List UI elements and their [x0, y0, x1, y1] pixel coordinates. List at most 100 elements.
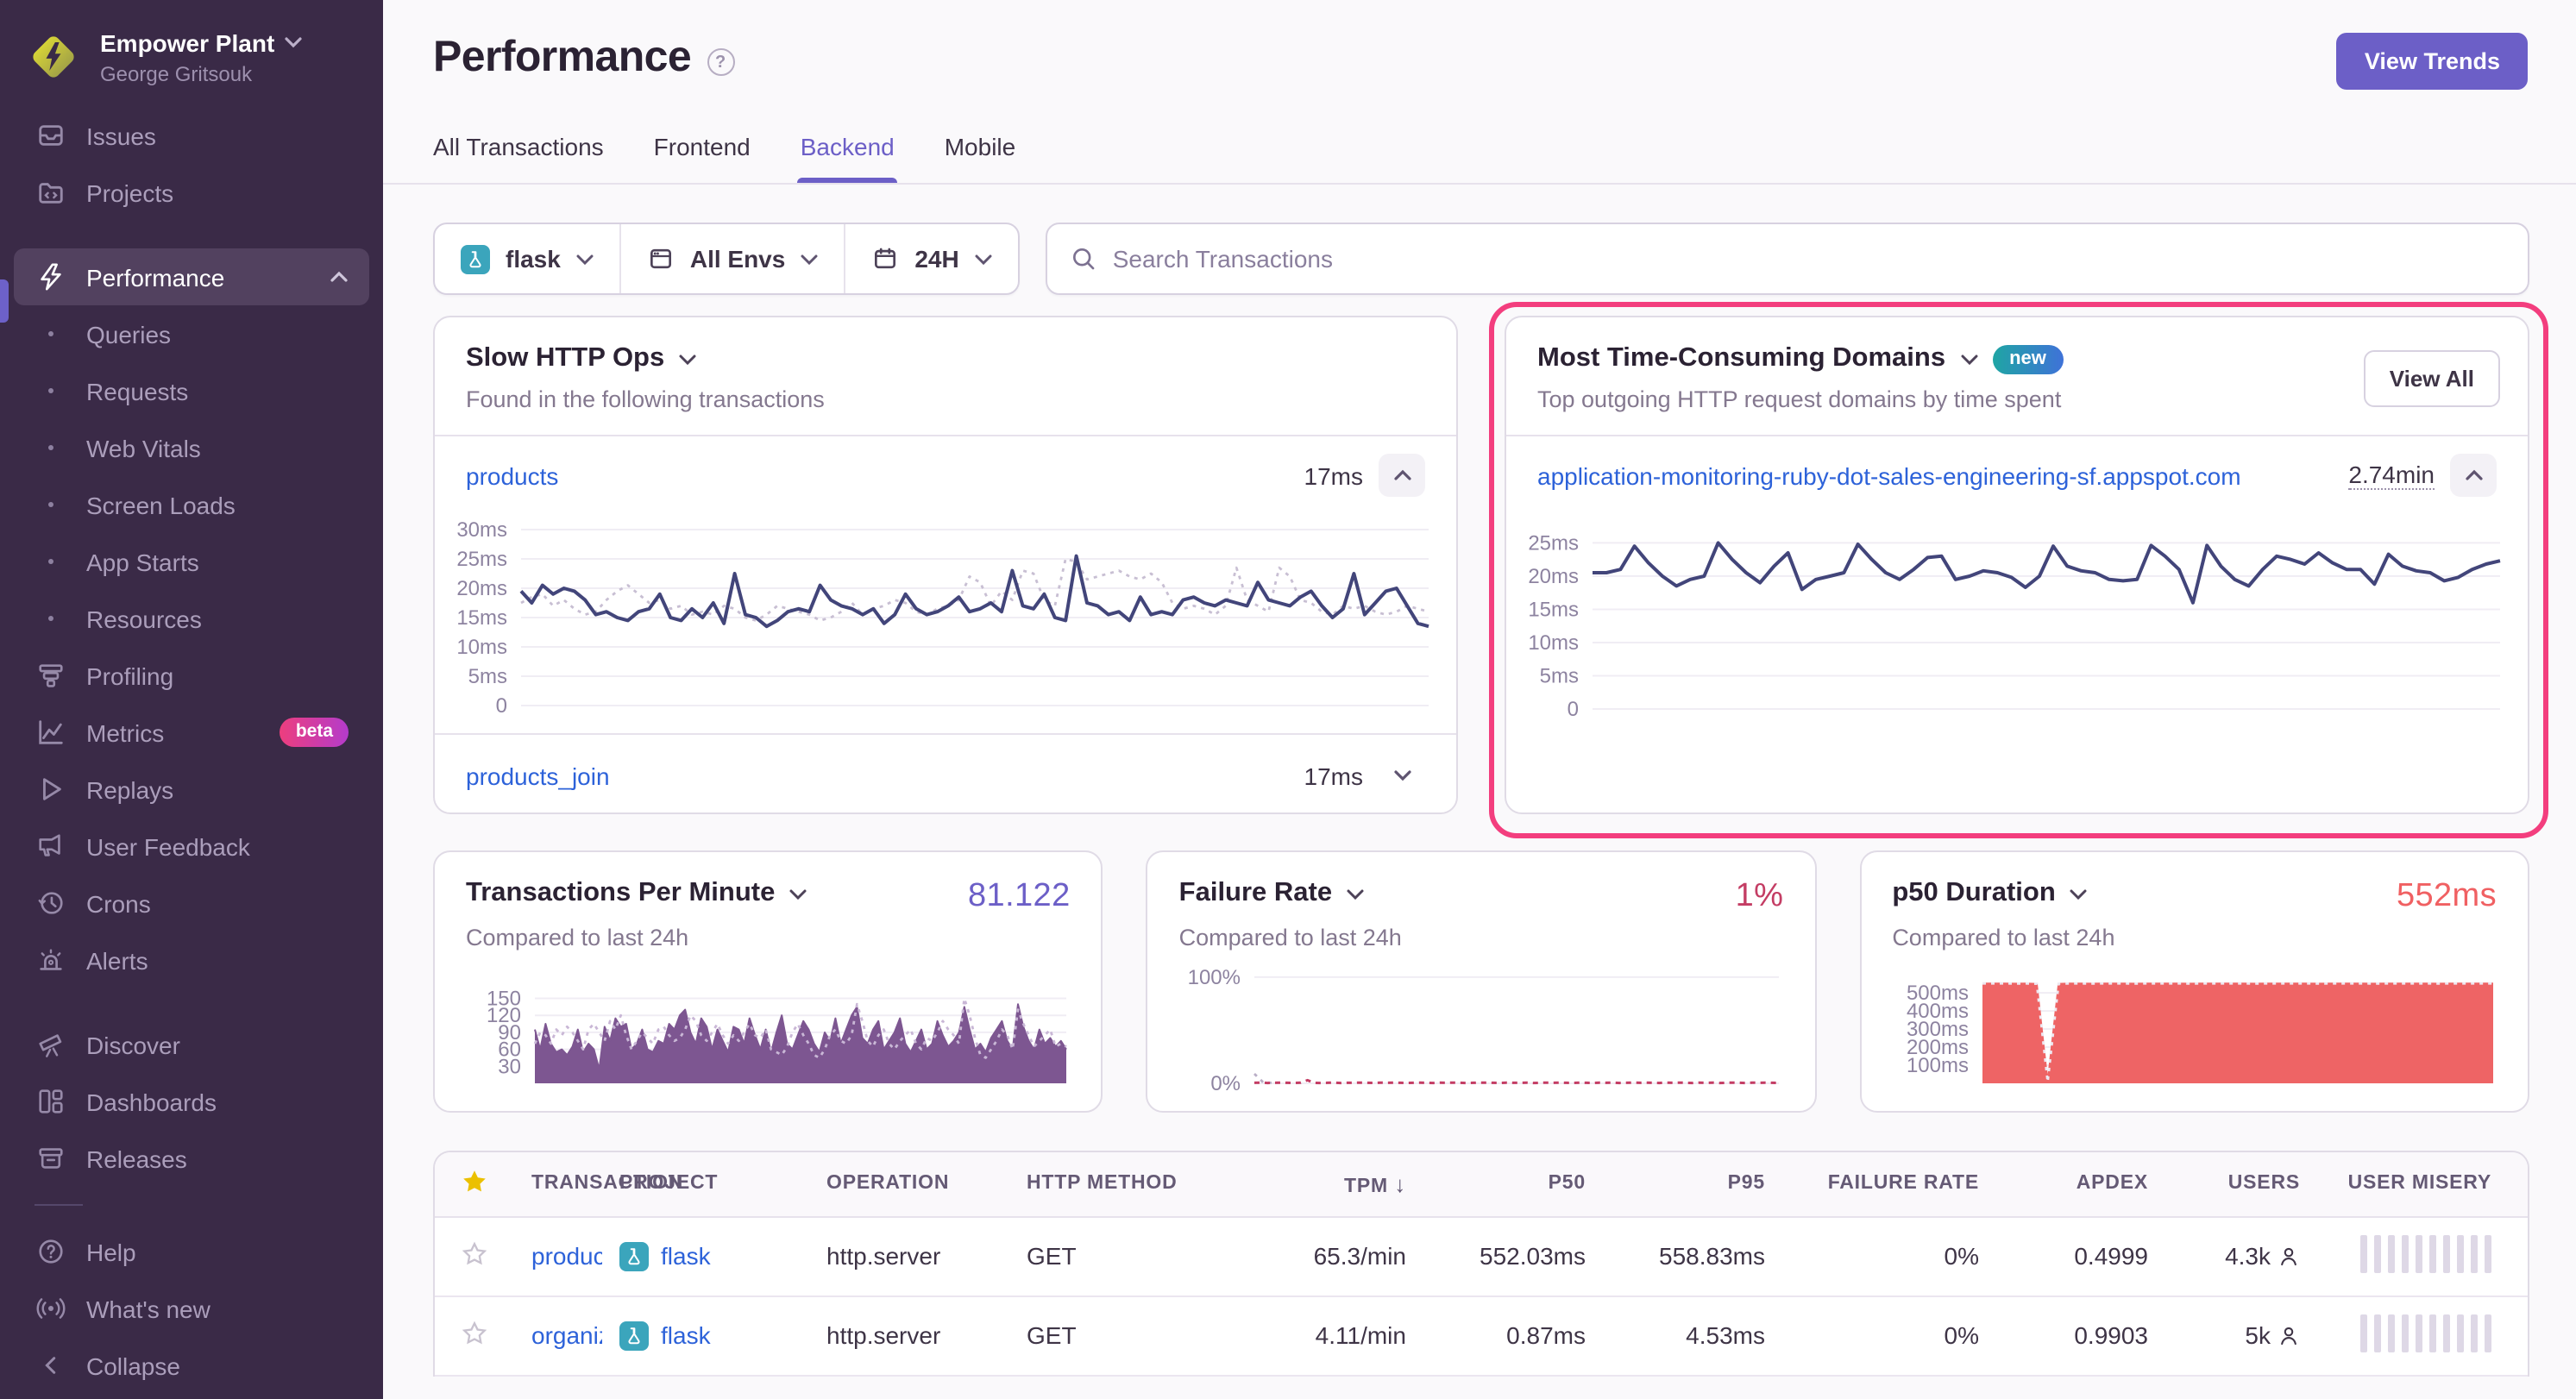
chevron-down-icon[interactable] [2070, 888, 2089, 900]
column-header-users[interactable]: USERS [2165, 1152, 2317, 1216]
domain-link[interactable]: application-monitoring-ruby-dot-sales-en… [1537, 461, 2241, 489]
chevron-left-icon [35, 1354, 67, 1377]
domains-panel-subtitle: Top outgoing HTTP request domains by tim… [1537, 386, 2497, 412]
org-switcher[interactable]: Empower Plant George Gritsouk [0, 24, 383, 107]
sidebar-item-whats-new[interactable]: What's new [14, 1280, 369, 1337]
slow-http-ops-title[interactable]: Slow HTTP Ops [466, 343, 664, 374]
view-trends-button[interactable]: View Trends [2337, 33, 2528, 90]
sidebar-item-requests[interactable]: Requests [14, 362, 369, 419]
dashboards-grid-icon [35, 1087, 67, 1116]
domains-panel-title[interactable]: Most Time-Consuming Domains [1537, 343, 1945, 374]
project-link[interactable]: flask [661, 1242, 711, 1270]
tab-all-transactions[interactable]: All Transactions [433, 133, 604, 183]
svg-text:0%: 0% [1211, 1072, 1241, 1092]
domain-time-spent[interactable]: 2.74min [2348, 461, 2435, 490]
sidebar-item-web-vitals[interactable]: Web Vitals [14, 419, 369, 476]
chevron-down-icon[interactable] [678, 353, 697, 365]
star-outline-icon[interactable] [461, 1319, 488, 1346]
sidebar-collapse-button[interactable]: Collapse [14, 1337, 369, 1394]
sidebar-item-label: Issues [86, 122, 156, 149]
svg-text:10ms: 10ms [1528, 631, 1579, 655]
chevron-down-icon [975, 253, 992, 265]
collapse-row-button[interactable] [2450, 454, 2497, 497]
sidebar-item-performance[interactable]: Performance [14, 248, 369, 305]
sidebar-item-discover[interactable]: Discover [14, 1016, 369, 1073]
column-header-p95[interactable]: P95 [1603, 1152, 1782, 1216]
column-header-user-misery[interactable]: USER MISERY [2317, 1152, 2528, 1216]
operation-cell: http.server [809, 1216, 1009, 1295]
sidebar-item-projects[interactable]: Projects [14, 164, 369, 221]
column-header-http-method[interactable]: HTTP METHOD [1009, 1152, 1230, 1216]
sidebar-item-profiling[interactable]: Profiling [14, 647, 369, 704]
failure-rate-title[interactable]: Failure Rate [1179, 878, 1332, 909]
search-transactions-input[interactable] [1113, 245, 2505, 273]
sidebar-item-crons[interactable]: Crons [14, 875, 369, 932]
sidebar-item-issues[interactable]: Issues [14, 107, 369, 164]
org-name: Empower Plant [100, 28, 274, 56]
sidebar-item-queries[interactable]: Queries [14, 305, 369, 362]
expand-row-button[interactable] [1379, 754, 1425, 797]
new-badge: new [1992, 344, 2064, 373]
column-header-operation[interactable]: OPERATION [809, 1152, 1009, 1216]
sidebar-divider [35, 1204, 83, 1206]
sidebar-item-label: Dashboards [86, 1088, 217, 1115]
tab-backend[interactable]: Backend [801, 133, 895, 183]
operation-cell: http.server [809, 1295, 1009, 1375]
project-filter-value: flask [506, 245, 561, 273]
project-link[interactable]: flask [661, 1321, 711, 1349]
sidebar-item-label: Metrics [86, 718, 164, 746]
environment-filter[interactable]: All Envs [619, 224, 845, 293]
sidebar-item-app-starts[interactable]: App Starts [14, 533, 369, 590]
user-misery-bars [2360, 1314, 2491, 1352]
tab-frontend[interactable]: Frontend [654, 133, 751, 183]
user-misery-cell [2317, 1295, 2528, 1375]
column-header-project[interactable]: PROJECT [602, 1152, 809, 1216]
p95-cell: 4.53ms [1603, 1295, 1782, 1375]
column-header-failure-rate[interactable]: FAILURE RATE [1782, 1152, 1996, 1216]
transaction-link[interactable]: product_info [531, 1242, 602, 1270]
sidebar-item-screen-loads[interactable]: Screen Loads [14, 476, 369, 533]
environment-filter-value: All Envs [690, 245, 786, 273]
sidebar-item-replays[interactable]: Replays [14, 761, 369, 818]
chevron-down-icon[interactable] [1346, 888, 1365, 900]
environment-icon [647, 245, 675, 273]
sidebar-item-help[interactable]: Help [14, 1223, 369, 1280]
sidebar-item-alerts[interactable]: Alerts [14, 932, 369, 988]
transaction-link[interactable]: products_join [466, 762, 610, 789]
chevron-down-icon[interactable] [789, 888, 807, 900]
transaction-link[interactable]: products [466, 461, 558, 489]
collapse-row-button[interactable] [1379, 454, 1425, 497]
column-header-transaction[interactable]: TRANSACTION [514, 1152, 602, 1216]
date-range-filter[interactable]: 24H [844, 224, 1017, 293]
svg-text:20ms: 20ms [456, 577, 507, 600]
star-column-header[interactable] [435, 1152, 514, 1216]
p50-duration-title[interactable]: p50 Duration [1892, 878, 2055, 909]
failure-rate-card: Failure Rate 1% Compared to last 24h 100… [1147, 850, 1817, 1113]
performance-page: Empower Plant George Gritsouk Issues Pro… [0, 0, 2576, 1399]
transaction-link[interactable]: organization [531, 1321, 602, 1349]
flask-project-icon [619, 1241, 649, 1270]
sidebar-item-dashboards[interactable]: Dashboards [14, 1073, 369, 1130]
svg-text:5ms: 5ms [468, 665, 507, 688]
sidebar-item-metrics[interactable]: Metrics beta [14, 704, 369, 761]
page-help-icon[interactable]: ? [707, 48, 734, 76]
sidebar-item-resources[interactable]: Resources [14, 590, 369, 647]
view-all-button[interactable]: View All [2364, 350, 2500, 407]
tpm-card-title[interactable]: Transactions Per Minute [466, 878, 775, 909]
sidebar-item-releases[interactable]: Releases [14, 1130, 369, 1187]
column-header-p50[interactable]: P50 [1423, 1152, 1603, 1216]
star-outline-icon[interactable] [461, 1239, 488, 1267]
issues-icon [35, 121, 67, 150]
column-header-apdex[interactable]: APDEX [1996, 1152, 2165, 1216]
org-identity: Empower Plant George Gritsouk [100, 28, 302, 85]
chevron-down-icon[interactable] [1959, 353, 1978, 365]
user-icon [2278, 1324, 2300, 1346]
failure-rate-subtitle: Compared to last 24h [1179, 925, 1784, 950]
svg-text:0: 0 [1568, 698, 1579, 721]
tab-mobile[interactable]: Mobile [945, 133, 1016, 183]
sidebar-item-user-feedback[interactable]: User Feedback [14, 818, 369, 875]
project-filter[interactable]: flask [435, 224, 619, 293]
sidebar-item-label: Screen Loads [86, 491, 236, 518]
sidebar-item-label: User Feedback [86, 832, 250, 860]
column-header-tpm[interactable]: TPM ↓ [1230, 1152, 1423, 1216]
